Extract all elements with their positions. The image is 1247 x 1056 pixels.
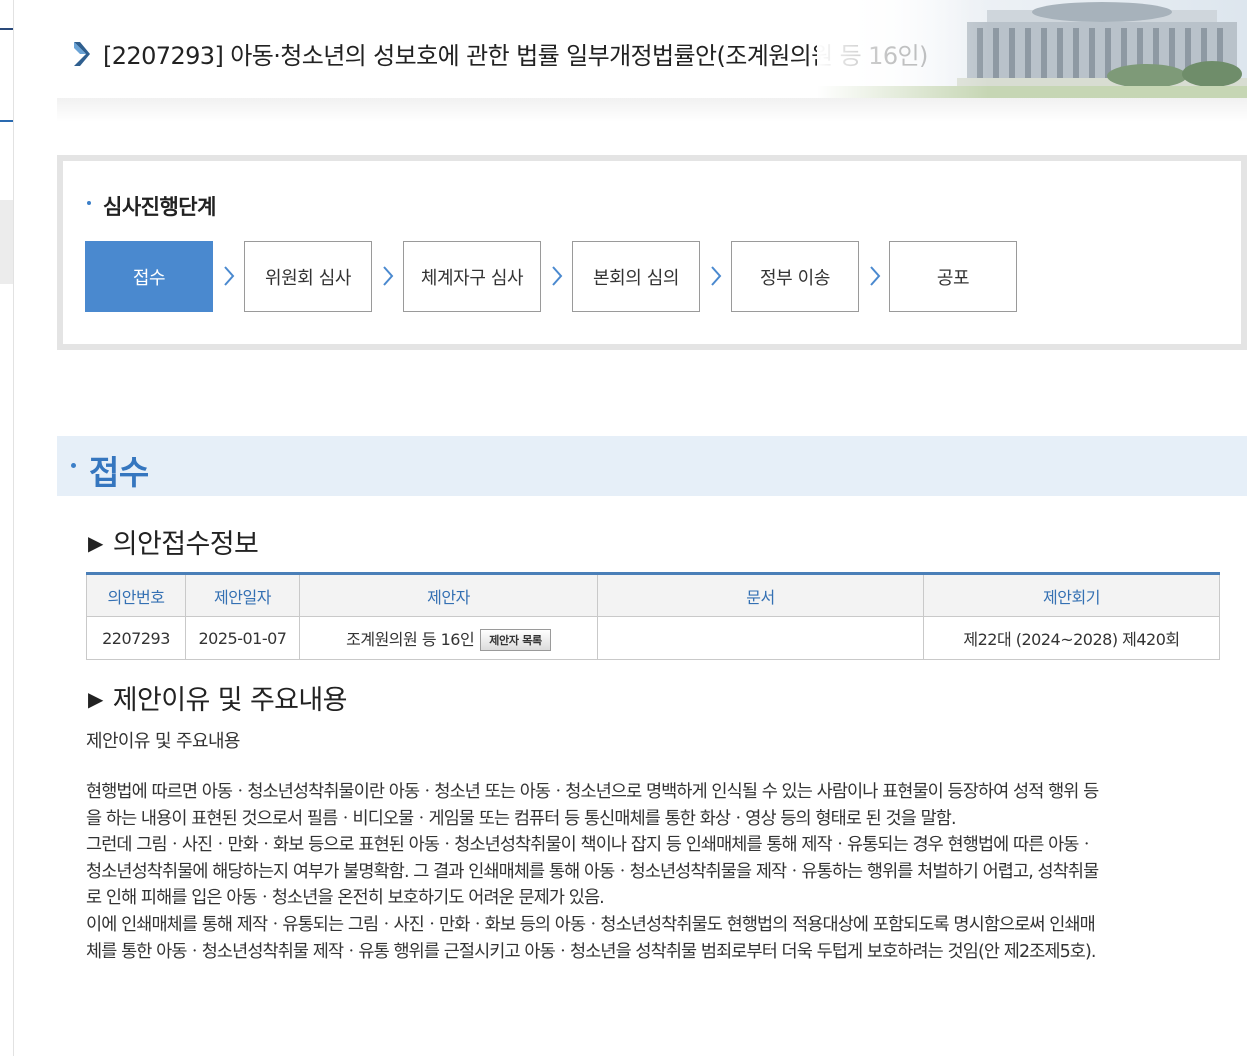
page-header: [2207293] 아동·청소년의 성보호에 관한 법률 일부개정법률안(조계원…: [57, 0, 1247, 122]
triangle-right-icon: ▶: [88, 687, 103, 711]
step-government-transfer[interactable]: 정부 이송: [731, 241, 859, 312]
proposer-list-button[interactable]: 제안자 목록: [480, 628, 551, 651]
reason-line: 청소년성착취물에 해당하는지 여부가 불명확함. 그 결과 인쇄매체를 통해 아…: [86, 861, 1099, 882]
bill-title: [2207293] 아동·청소년의 성보호에 관한 법률 일부개정법률안(조계원…: [103, 42, 928, 70]
assembly-building-image: [817, 0, 1247, 104]
reason-line: 현행법에 따르면 아동ㆍ청소년성착취물이란 아동ㆍ청소년 또는 아동ㆍ청소년으로…: [86, 782, 1099, 802]
reason-label: 제안이유 및 주요내용: [86, 731, 240, 752]
step-promulgation[interactable]: 공포: [889, 241, 1017, 312]
chevron-right-icon: [870, 266, 881, 286]
receipt-info-table: 의안번호 제안일자 제안자 문서 제안회기 2207293 2025-01-07…: [86, 572, 1220, 660]
date-cell: 2025-01-07: [185, 616, 300, 660]
proposer-text: 조계원의원 등 16인: [346, 629, 475, 649]
proposer-cell: 조계원의원 등 16인 제안자 목록: [299, 616, 598, 660]
receipt-info-title: ▶ 의안접수정보: [88, 529, 259, 560]
progress-stage-panel: 심사진행단계 접수 위원회 심사 체계자구 심사 본회의 심의 정부 이송 공포: [57, 155, 1247, 350]
reason-title: ▶ 제안이유 및 주요내용: [88, 685, 348, 716]
chevron-right-icon: [383, 266, 394, 286]
left-rail: [0, 0, 14, 1056]
progress-heading: 심사진행단계: [87, 191, 216, 221]
col-session: 제안회기: [923, 573, 1220, 617]
table-header-row: 의안번호 제안일자 제안자 문서 제안회기: [86, 573, 1220, 617]
col-proposer: 제안자: [299, 573, 598, 617]
bullet-icon: [71, 463, 76, 468]
triangle-right-icon: ▶: [88, 531, 103, 555]
chevron-right-icon: [224, 266, 235, 286]
bill-no-cell: 2207293: [86, 616, 186, 660]
reason-body: 현행법에 따르면 아동ㆍ청소년성착취물이란 아동ㆍ청소년 또는 아동ㆍ청소년으로…: [86, 779, 1216, 965]
step-plenary[interactable]: 본회의 심의: [572, 241, 700, 312]
col-bill-no: 의안번호: [86, 573, 186, 617]
rail-marker: [0, 120, 13, 122]
chevron-right-icon: [552, 266, 563, 286]
col-date: 제안일자: [185, 573, 300, 617]
step-legal-review[interactable]: 체계자구 심사: [403, 241, 541, 312]
section-title: 접수: [89, 453, 149, 492]
document-cell: [597, 616, 924, 660]
reason-line: 로 인해 피해를 입은 아동ㆍ청소년을 온전히 보호하기도 어려운 문제가 있음…: [86, 888, 605, 909]
session-cell: 제22대 (2024~2028) 제420회: [923, 616, 1220, 660]
reason-line: 체를 통한 아동ㆍ청소년성착취물 제작ㆍ유통 행위를 근절시키고 아동ㆍ청소년을…: [86, 941, 1097, 962]
reason-line: 을 하는 내용이 표현된 것으로서 필름ㆍ비디오물ㆍ게임물 또는 컴퓨터 등 통…: [86, 808, 957, 829]
chevron-right-icon: [711, 266, 722, 286]
table-row: 2207293 2025-01-07 조계원의원 등 16인 제안자 목록 제22…: [86, 616, 1220, 660]
section-header: 접수: [57, 436, 1247, 496]
reason-line: 이에 인쇄매체를 통해 제작ㆍ유통되는 그림ㆍ사진ㆍ만화ㆍ화보 등의 아동ㆍ청소…: [86, 914, 1096, 935]
step-committee-review[interactable]: 위원회 심사: [244, 241, 372, 312]
step-receipt[interactable]: 접수: [85, 241, 213, 312]
rail-tab[interactable]: [0, 200, 13, 284]
col-document: 문서: [597, 573, 924, 617]
chevron-right-icon: [74, 42, 90, 66]
header-divider: [57, 98, 1247, 122]
rail-marker: [0, 28, 13, 30]
reason-line: 그런데 그림ㆍ사진ㆍ만화ㆍ화보 등으로 표현된 아동ㆍ청소년성착취물이 책이나 …: [86, 835, 1095, 856]
